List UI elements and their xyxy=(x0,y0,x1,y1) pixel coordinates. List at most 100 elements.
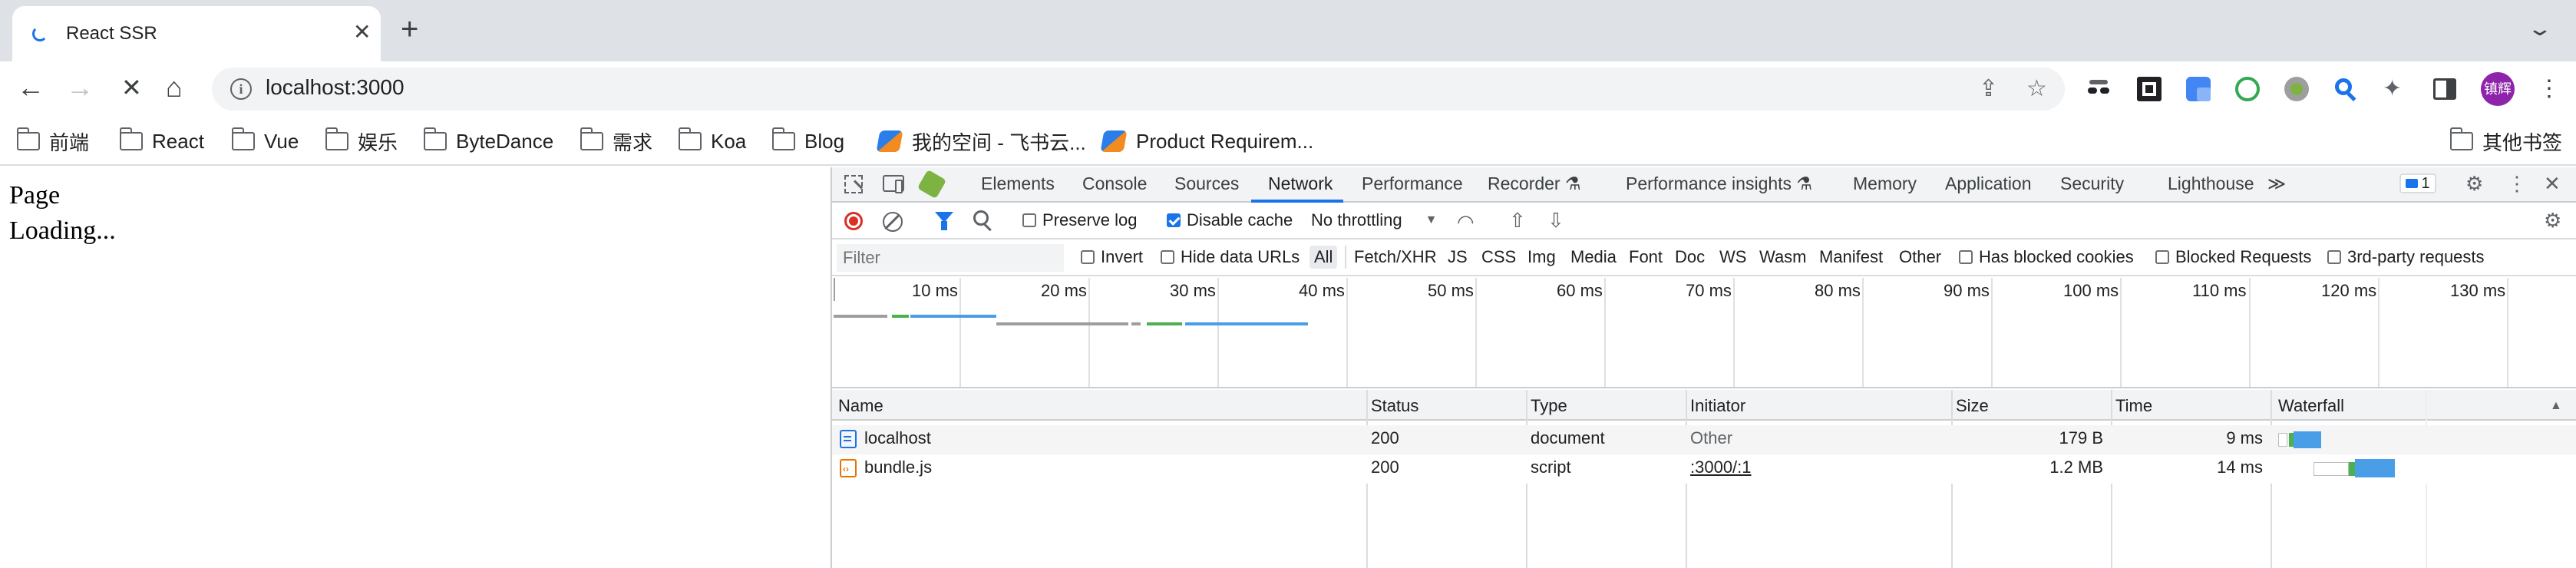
side-panel-icon[interactable] xyxy=(2433,78,2456,100)
bookmark-folder[interactable]: Blog xyxy=(771,127,844,155)
overview-tick-label: 120 ms xyxy=(2321,281,2377,300)
third-party-checkbox[interactable]: 3rd-party requests xyxy=(2327,247,2485,267)
disable-cache-checkbox[interactable]: Disable cache xyxy=(1167,210,1293,230)
column-header-initiator[interactable]: Initiator xyxy=(1690,396,1745,416)
bookmark-folder[interactable]: ByteDance xyxy=(423,127,553,155)
tab-search-icon[interactable]: ⌄ xyxy=(2526,17,2553,41)
import-har-icon[interactable]: ⇧ xyxy=(1509,209,1526,233)
hide-data-urls-checkbox[interactable]: Hide data URLs xyxy=(1161,247,1300,267)
type-filter-other[interactable]: Other xyxy=(1894,246,1946,269)
extension-qr-icon[interactable] xyxy=(2137,77,2162,101)
tab-elements[interactable]: Elements xyxy=(981,173,1055,194)
new-tab-button[interactable]: + xyxy=(401,14,418,45)
type-filter-fetch[interactable]: Fetch/XHR xyxy=(1349,246,1442,269)
bookmark-folder[interactable]: Koa xyxy=(678,127,746,155)
type-filter-js[interactable]: JS xyxy=(1443,246,1472,269)
url-text[interactable]: localhost:3000 xyxy=(266,75,405,100)
share-icon[interactable]: ⇪ xyxy=(1979,75,1998,102)
type-filter-media[interactable]: Media xyxy=(1566,246,1621,269)
bookmark-folder[interactable]: Vue xyxy=(231,127,299,155)
overview-tick-label: 60 ms xyxy=(1557,281,1603,300)
tab-performance-insights[interactable]: Performance insights ⚗ xyxy=(1626,173,1812,194)
overview-gridline xyxy=(1217,278,1219,387)
browser-tab[interactable]: React SSR ✕ xyxy=(12,6,381,61)
stop-loading-button[interactable]: ✕ xyxy=(121,72,142,103)
bookmark-folder[interactable]: 前端 xyxy=(16,127,89,155)
overview-bar-queue xyxy=(834,315,887,318)
column-header-status[interactable]: Status xyxy=(1371,396,1418,416)
extension-translate-icon[interactable] xyxy=(2186,77,2211,101)
type-filter-img[interactable]: Img xyxy=(1523,246,1560,269)
column-header-time[interactable]: Time xyxy=(2115,396,2152,416)
clear-button[interactable] xyxy=(883,212,903,232)
tab-lighthouse[interactable]: Lighthouse xyxy=(2168,173,2254,194)
tab-application[interactable]: Application xyxy=(1945,173,2032,194)
export-har-icon[interactable]: ⇩ xyxy=(1547,209,1564,233)
bookmark-folder[interactable]: 需求 xyxy=(580,127,652,155)
column-header-waterfall[interactable]: Waterfall xyxy=(2278,396,2344,416)
request-initiator-link[interactable]: :3000/:1 xyxy=(1690,457,1752,477)
extension-grammarly-icon[interactable] xyxy=(2235,77,2260,101)
site-info-icon[interactable]: i xyxy=(230,78,252,100)
tab-close-icon[interactable]: ✕ xyxy=(353,21,371,43)
device-toolbar-icon[interactable] xyxy=(883,175,904,193)
address-bar[interactable] xyxy=(212,68,2065,111)
tab-security[interactable]: Security xyxy=(2060,173,2124,194)
devtools-menu-icon[interactable]: ⋮ xyxy=(2507,172,2527,195)
column-header-name[interactable]: Name xyxy=(838,396,883,416)
bookmark-folder[interactable]: React xyxy=(119,127,204,155)
type-filter-wasm[interactable]: Wasm xyxy=(1755,246,1811,269)
network-conditions-icon[interactable]: ◠ xyxy=(1457,210,1475,234)
column-header-type[interactable]: Type xyxy=(1531,396,1567,416)
extension-vue-icon[interactable] xyxy=(2284,77,2309,101)
invert-checkbox[interactable]: Invert xyxy=(1081,247,1143,267)
extension-incognito-icon[interactable] xyxy=(2086,77,2111,101)
type-filter-css[interactable]: CSS xyxy=(1477,246,1521,269)
type-filter-font[interactable]: Font xyxy=(1624,246,1667,269)
extension-search-icon[interactable] xyxy=(2333,77,2358,102)
settings-gear-icon[interactable]: ⚙ xyxy=(2465,172,2483,195)
bookmark-link[interactable]: 我的空间 - 飞书云... xyxy=(876,127,1086,155)
request-type: script xyxy=(1531,457,1571,477)
blocked-cookies-checkbox[interactable]: Has blocked cookies xyxy=(1959,247,2134,267)
loading-spinner-icon xyxy=(32,26,48,41)
checkbox-box xyxy=(1081,250,1095,264)
record-button[interactable] xyxy=(844,212,863,230)
request-name[interactable]: localhost xyxy=(864,428,931,448)
checkbox-box xyxy=(2327,250,2341,264)
type-filter-doc[interactable]: Doc xyxy=(1670,246,1709,269)
profile-avatar[interactable]: 镇辉 xyxy=(2481,72,2515,106)
type-filter-all[interactable]: All xyxy=(1309,246,1338,269)
tab-sources[interactable]: Sources xyxy=(1174,173,1239,194)
tab-performance[interactable]: Performance xyxy=(1362,173,1463,194)
issues-badge[interactable]: 1 xyxy=(2399,173,2436,193)
extensions-puzzle-icon[interactable]: ✦ xyxy=(2383,75,2402,102)
request-name[interactable]: bundle.js xyxy=(864,457,932,477)
bookmark-link[interactable]: Product Requirem... xyxy=(1100,127,1313,155)
overview-gridline xyxy=(1475,278,1477,387)
overview-tick-label: 100 ms xyxy=(2063,281,2119,300)
throttling-select[interactable]: No throttling ▼ xyxy=(1311,210,1437,230)
bookmark-star-icon[interactable]: ☆ xyxy=(2026,75,2047,102)
filter-icon-stem xyxy=(941,221,947,230)
close-devtools-icon[interactable]: ✕ xyxy=(2544,172,2561,195)
network-settings-icon[interactable]: ⚙ xyxy=(2544,209,2561,232)
back-button[interactable]: ← xyxy=(17,72,45,103)
tab-console[interactable]: Console xyxy=(1082,173,1147,194)
inspect-element-icon[interactable] xyxy=(844,175,864,193)
browser-menu-icon[interactable]: ⋮ xyxy=(2538,75,2561,102)
blocked-requests-checkbox[interactable]: Blocked Requests xyxy=(2155,247,2311,267)
filter-input[interactable] xyxy=(837,244,1064,272)
type-filter-manifest[interactable]: Manifest xyxy=(1815,246,1887,269)
other-bookmarks-folder[interactable]: 其他书签 xyxy=(2449,127,2562,155)
column-header-size[interactable]: Size xyxy=(1956,396,1989,416)
forward-button[interactable]: → xyxy=(66,72,94,103)
more-tabs-icon[interactable]: ≫ xyxy=(2267,173,2286,194)
type-filter-ws[interactable]: WS xyxy=(1715,246,1751,269)
tab-memory[interactable]: Memory xyxy=(1853,173,1917,194)
tab-network[interactable]: Network xyxy=(1268,173,1333,194)
tab-recorder[interactable]: Recorder ⚗ xyxy=(1488,173,1581,194)
bookmark-folder[interactable]: 娱乐 xyxy=(325,127,398,155)
preserve-log-checkbox[interactable]: Preserve log xyxy=(1022,210,1138,230)
home-button[interactable]: ⌂ xyxy=(166,72,183,103)
